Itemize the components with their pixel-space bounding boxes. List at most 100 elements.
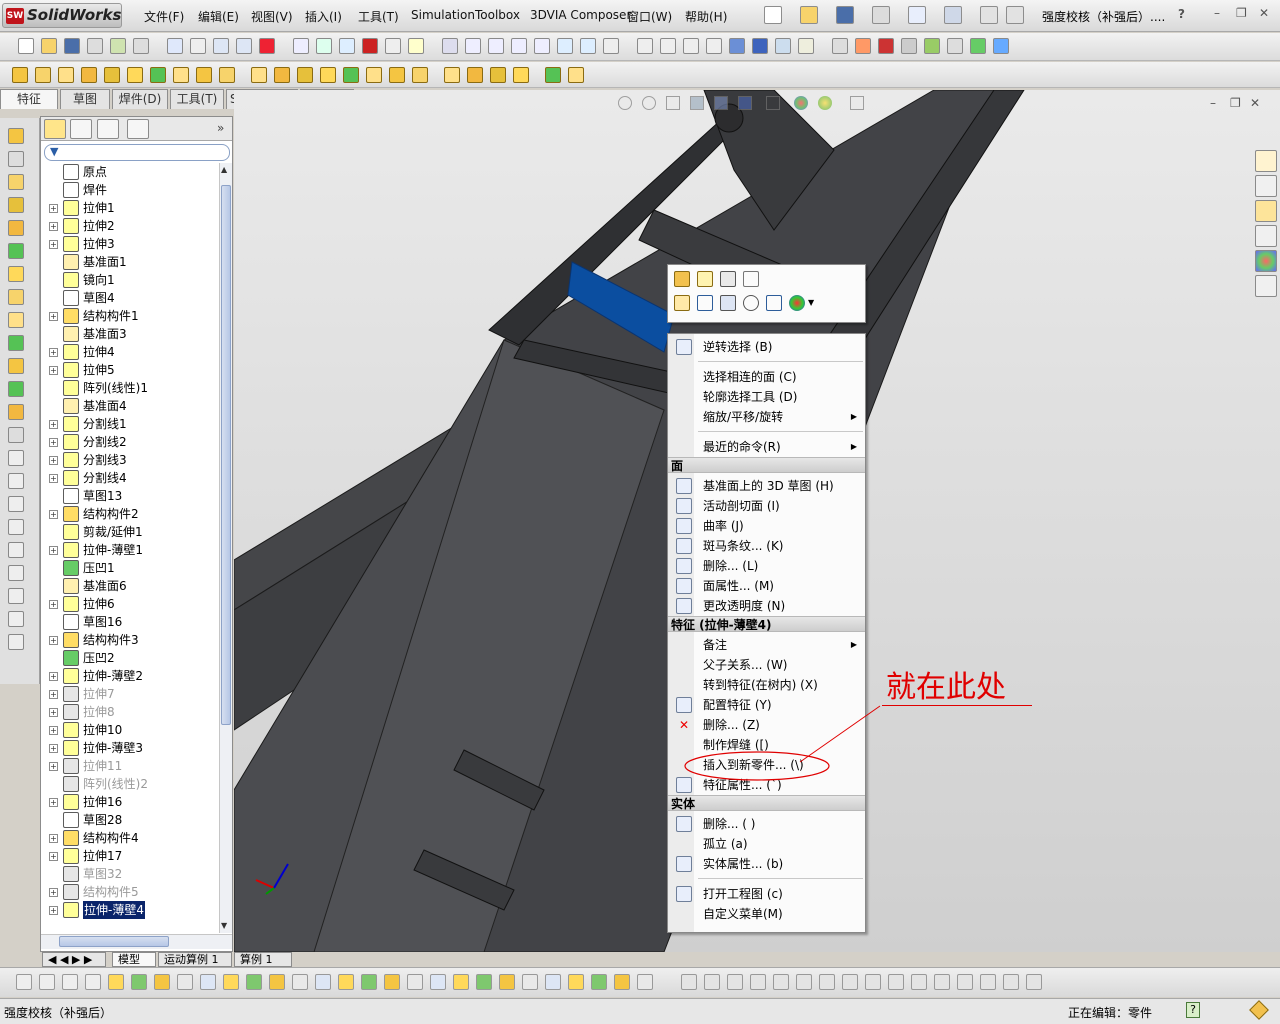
menu-item[interactable]: 自定义菜单(M) — [668, 904, 865, 924]
custom-properties-icon[interactable] — [1255, 275, 1277, 297]
weldment-tool-icon[interactable] — [8, 565, 24, 581]
solidworks-logo[interactable]: SW SolidWorks — [2, 3, 122, 28]
expand-plus-icon[interactable]: + — [49, 240, 58, 249]
weldment-tool-icon[interactable] — [8, 197, 24, 213]
feature-tool-icon[interactable] — [389, 67, 405, 83]
selection-filter-icon[interactable] — [131, 974, 147, 990]
feature-tool-icon[interactable] — [173, 67, 189, 83]
edit-feature-icon[interactable] — [674, 271, 690, 287]
expand-plus-icon[interactable]: + — [49, 726, 58, 735]
curvature-icon[interactable] — [855, 38, 871, 54]
feature-tool-icon[interactable] — [366, 67, 382, 83]
selection-filter-icon[interactable] — [269, 974, 285, 990]
help-icon[interactable] — [408, 38, 424, 54]
menu-item[interactable]: 逆转选择 (B) — [668, 337, 865, 357]
expand-plus-icon[interactable]: + — [49, 312, 58, 321]
expand-plus-icon[interactable]: + — [49, 672, 58, 681]
weldment-tool-icon[interactable] — [8, 427, 24, 443]
hide-show-items-icon[interactable] — [766, 96, 780, 110]
display-style-icon[interactable] — [738, 96, 752, 110]
back-view-icon[interactable] — [683, 38, 699, 54]
tree-item[interactable]: 阵列(线性)2 — [41, 775, 219, 793]
selection-filter-icon[interactable] — [568, 974, 584, 990]
menu-item[interactable]: 工具(T) — [358, 8, 399, 25]
tree-item[interactable]: + 拉伸4 — [41, 343, 219, 361]
tree-item[interactable]: 阵列(线性)1 — [41, 379, 219, 397]
tree-item[interactable]: + 拉伸3 — [41, 235, 219, 253]
roll-icon[interactable] — [603, 38, 619, 54]
feature-tool-icon[interactable] — [444, 67, 460, 83]
expand-plus-icon[interactable]: + — [49, 366, 58, 375]
selection-filter-icon[interactable] — [980, 974, 996, 990]
tree-item[interactable]: + 拉伸16 — [41, 793, 219, 811]
selection-filter-icon[interactable] — [1026, 974, 1042, 990]
solidworks-resources-icon[interactable] — [1255, 150, 1277, 172]
status-pencil-icon[interactable] — [1249, 1000, 1269, 1020]
display-pane-icon[interactable] — [832, 38, 848, 54]
viewport-close-button[interactable]: ✕ — [1250, 96, 1260, 110]
design-library-icon[interactable] — [1255, 175, 1277, 197]
tree-item[interactable]: + 拉伸-薄壁2 — [41, 667, 219, 685]
properties-icon[interactable] — [385, 38, 401, 54]
selection-filter-icon[interactable] — [108, 974, 124, 990]
selection-filter-icon[interactable] — [154, 974, 170, 990]
rebuild-icon[interactable] — [259, 38, 275, 54]
expand-plus-icon[interactable]: + — [49, 906, 58, 915]
select-other-icon[interactable] — [674, 295, 690, 311]
select-arrow-icon[interactable] — [944, 6, 962, 24]
selection-filter-icon[interactable] — [177, 974, 193, 990]
feature-tool-icon[interactable] — [274, 67, 290, 83]
selection-filter-icon[interactable] — [361, 974, 377, 990]
menu-item[interactable]: 面属性... (M) — [668, 576, 865, 596]
selection-filter-icon[interactable] — [934, 974, 950, 990]
redo-icon[interactable] — [190, 38, 206, 54]
tree-item[interactable]: + 拉伸2 — [41, 217, 219, 235]
selection-filter-icon[interactable] — [200, 974, 216, 990]
feature-tool-icon[interactable] — [150, 67, 166, 83]
apply-scene-icon[interactable] — [818, 96, 832, 110]
feature-tool-icon[interactable] — [568, 67, 584, 83]
expand-plus-icon[interactable]: + — [49, 438, 58, 447]
feature-tool-icon[interactable] — [12, 67, 28, 83]
tree-item[interactable]: + 拉伸-薄壁3 — [41, 739, 219, 757]
scroll-down-icon[interactable]: ▼ — [221, 921, 227, 930]
pan-icon[interactable] — [557, 38, 573, 54]
weldment-tool-icon[interactable] — [8, 542, 24, 558]
selection-filter-icon[interactable] — [292, 974, 308, 990]
menu-item[interactable]: Simulation — [411, 8, 475, 22]
feature-tool-icon[interactable] — [104, 67, 120, 83]
status-help-button[interactable]: ? — [1186, 1002, 1200, 1018]
tree-item[interactable]: + 拉伸5 — [41, 361, 219, 379]
undo-icon[interactable] — [167, 38, 183, 54]
expand-plus-icon[interactable]: + — [49, 834, 58, 843]
open-document-icon[interactable] — [800, 6, 818, 24]
feature-tool-icon[interactable] — [127, 67, 143, 83]
menu-item[interactable]: 父子关系... (W) — [668, 655, 865, 675]
hide-icon[interactable] — [720, 295, 736, 311]
expand-panel-icon[interactable]: » — [217, 121, 224, 135]
tree-item[interactable]: + 结构构件1 — [41, 307, 219, 325]
weldment-tool-icon[interactable] — [8, 220, 24, 236]
dimxpert-tab[interactable] — [127, 119, 149, 139]
menu-item[interactable]: 更改透明度 (N) — [668, 596, 865, 616]
view-orientation-icon[interactable] — [714, 96, 728, 110]
restore-button[interactable]: ❐ — [1236, 6, 1247, 20]
new-document-icon[interactable] — [764, 6, 782, 24]
zoom-to-selection-icon[interactable] — [743, 295, 759, 311]
tree-item[interactable]: + 分割线1 — [41, 415, 219, 433]
weldment-tool-icon[interactable] — [8, 312, 24, 328]
menu-item[interactable]: 文件(F) — [144, 8, 184, 25]
tree-item[interactable]: 剪裁/延伸1 — [41, 523, 219, 541]
zoom-area-icon[interactable] — [642, 96, 656, 110]
bottom-tab[interactable]: 运动算例 1 — [158, 952, 232, 967]
menu-item[interactable]: 窗口(W) — [627, 8, 672, 25]
weldment-tool-icon[interactable] — [8, 588, 24, 604]
selection-filter-icon[interactable] — [704, 974, 720, 990]
appearances-icon[interactable] — [1255, 250, 1277, 272]
feature-tool-icon[interactable] — [35, 67, 51, 83]
menu-item[interactable]: 轮廓选择工具 (D) — [668, 387, 865, 407]
feature-tool-icon[interactable] — [467, 67, 483, 83]
weldment-tool-icon[interactable] — [8, 404, 24, 420]
appearance-icon[interactable] — [789, 295, 805, 311]
rebuild-icon[interactable] — [980, 6, 998, 24]
